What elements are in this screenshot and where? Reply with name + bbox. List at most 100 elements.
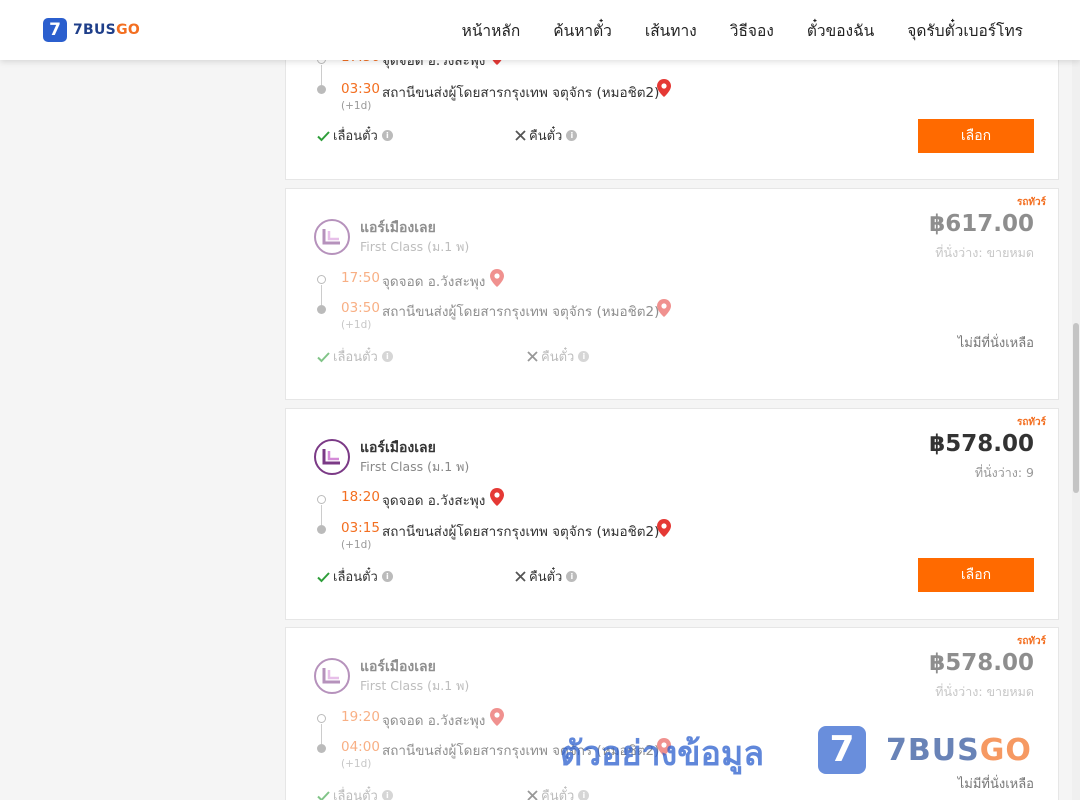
- map-pin-icon[interactable]: [490, 708, 504, 726]
- cross-icon: [515, 130, 526, 141]
- departure-time: 19:20: [341, 709, 380, 725]
- info-icon[interactable]: i: [381, 351, 393, 362]
- watermark-brand-bus: 7BUS: [886, 732, 980, 768]
- departure-dot: [317, 714, 326, 723]
- plus-day: (+1d): [341, 319, 372, 331]
- bus-class: First Class (ม.1 พ): [360, 459, 470, 474]
- info-icon[interactable]: i: [566, 130, 578, 141]
- info-icon[interactable]: i: [381, 130, 393, 141]
- no-seats-label: ไม่มีที่นั่งเหลือ: [957, 777, 1034, 792]
- departure-dot: [317, 275, 326, 284]
- check-icon: [317, 130, 330, 141]
- reschedule-option: เลื่อนตั๋ว i: [317, 566, 393, 587]
- check-icon: [317, 571, 330, 582]
- main-nav: หน้าหลัก ค้นหาตั๋ว เส้นทาง วิธีจอง ตั๋วข…: [429, 0, 1023, 60]
- bus-class: First Class (ม.1 พ): [360, 239, 470, 254]
- reschedule-label: เลื่อนตั๋ว: [333, 129, 378, 144]
- cross-icon: [527, 790, 538, 800]
- refund-label: คืนตั๋ว: [541, 789, 575, 800]
- map-pin-icon[interactable]: [490, 488, 504, 506]
- map-pin-icon[interactable]: [657, 79, 671, 97]
- bus-type-tag: รถทัวร์: [1016, 636, 1046, 647]
- logo-text: 7BUSGO: [73, 22, 140, 38]
- refund-option: คืนตั๋ว i: [515, 125, 578, 146]
- info-icon[interactable]: i: [578, 351, 590, 362]
- operator-logo-icon: [314, 658, 350, 694]
- logo-text-go: GO: [116, 22, 141, 38]
- refund-label: คืนตั๋ว: [529, 129, 563, 144]
- check-icon: [317, 790, 330, 800]
- departure-stop: จุดจอด อ.วังสะพุง: [382, 493, 486, 509]
- refund-option: คืนตั๋ว i: [527, 346, 590, 367]
- map-pin-icon[interactable]: [490, 269, 504, 287]
- check-icon: [317, 351, 330, 362]
- reschedule-label: เลื่อนตั๋ว: [333, 789, 378, 800]
- reschedule-option: เลื่อนตั๋ว i: [317, 785, 393, 800]
- refund-label: คืนตั๋ว: [529, 570, 563, 585]
- arrival-time: 03:15: [341, 520, 380, 536]
- nav-my-tickets[interactable]: ตั๋วของฉัน: [807, 18, 874, 43]
- watermark-badge: 7: [818, 726, 866, 774]
- arrival-stop: สถานีขนส่งผู้โดยสารกรุงเทพ จตุจักร (หมอช…: [382, 524, 660, 540]
- info-icon[interactable]: i: [381, 571, 393, 582]
- bus-type-tag: รถทัวร์: [1016, 197, 1046, 208]
- refund-option: คืนตั๋ว i: [527, 785, 590, 800]
- departure-stop: จุดจอด อ.วังสะพุง: [382, 274, 486, 290]
- departure-time: 18:20: [341, 489, 380, 505]
- arrival-dot: [317, 525, 326, 534]
- refund-option: คืนตั๋ว i: [515, 566, 578, 587]
- info-icon[interactable]: i: [381, 790, 393, 800]
- plus-day: (+1d): [341, 100, 372, 112]
- reschedule-label: เลื่อนตั๋ว: [333, 350, 378, 365]
- timeline-line: [321, 285, 322, 305]
- seats-available: ที่นั่งว่าง: ขายหมด: [935, 245, 1034, 260]
- nav-how-to-book[interactable]: วิธีจอง: [730, 18, 774, 43]
- select-button[interactable]: เลือก: [918, 558, 1034, 592]
- scrollbar[interactable]: [1072, 60, 1080, 800]
- no-seats-label: ไม่มีที่นั่งเหลือ: [957, 336, 1034, 351]
- operator-logo-icon: [314, 219, 350, 255]
- page: 7 7BUSGO หน้าหลัก ค้นหาตั๋ว เส้นทาง วิธี…: [0, 0, 1080, 800]
- departure-stop: จุดจอด อ.วังสะพุง: [382, 713, 486, 729]
- nav-home[interactable]: หน้าหลัก: [462, 18, 521, 43]
- reschedule-label: เลื่อนตั๋ว: [333, 570, 378, 585]
- arrival-stop: สถานีขนส่งผู้โดยสารกรุงเทพ จตุจักร (หมอช…: [382, 304, 660, 320]
- cross-icon: [527, 351, 538, 362]
- timeline-line: [321, 65, 322, 85]
- info-icon[interactable]: i: [578, 790, 590, 800]
- top-header: 7 7BUSGO หน้าหลัก ค้นหาตั๋ว เส้นทาง วิธี…: [0, 0, 1080, 60]
- reschedule-option: เลื่อนตั๋ว i: [317, 125, 393, 146]
- map-pin-icon[interactable]: [657, 299, 671, 317]
- site-logo[interactable]: 7 7BUSGO: [43, 18, 140, 42]
- nav-routes[interactable]: เส้นทาง: [645, 18, 697, 43]
- operator-logo: [314, 658, 350, 694]
- arrival-dot: [317, 744, 326, 753]
- seats-available: ที่นั่งว่าง: ขายหมด: [935, 684, 1034, 699]
- plus-day: (+1d): [341, 539, 372, 551]
- operator-name: แอร์เมืองเลย: [360, 440, 436, 456]
- arrival-dot: [317, 305, 326, 314]
- departure-dot: [317, 495, 326, 504]
- info-icon[interactable]: i: [566, 571, 578, 582]
- plus-day: (+1d): [341, 758, 372, 770]
- watermark-text: ตัวอย่างข้อมูล: [560, 734, 765, 774]
- trip-card: รถทัวร์ แอร์เมืองเลย First Class (ม.1 พ)…: [285, 408, 1059, 620]
- arrival-time: 03:30: [341, 81, 380, 97]
- arrival-stop: สถานีขนส่งผู้โดยสารกรุงเทพ จตุจักร (หมอช…: [382, 85, 660, 101]
- seats-available: ที่นั่งว่าง: 9: [974, 465, 1034, 480]
- operator-logo-icon: [314, 439, 350, 475]
- operator-logo: [314, 439, 350, 475]
- scrollbar-thumb[interactable]: [1073, 323, 1079, 493]
- map-pin-icon[interactable]: [657, 519, 671, 537]
- select-button[interactable]: เลือก: [918, 119, 1034, 153]
- logo-text-bus: 7BUS: [73, 22, 117, 38]
- price: ฿578.00: [929, 431, 1034, 457]
- cross-icon: [515, 571, 526, 582]
- reschedule-option: เลื่อนตั๋ว i: [317, 346, 393, 367]
- arrival-time: 03:50: [341, 300, 380, 316]
- nav-search-ticket[interactable]: ค้นหาตั๋ว: [553, 18, 612, 43]
- bus-class: First Class (ม.1 พ): [360, 678, 470, 693]
- nav-ticket-points[interactable]: จุดรับตั๋วเบอร์โทร: [907, 18, 1023, 43]
- logo-badge: 7: [43, 18, 67, 42]
- watermark-brand: 7BUSGO: [886, 733, 1032, 768]
